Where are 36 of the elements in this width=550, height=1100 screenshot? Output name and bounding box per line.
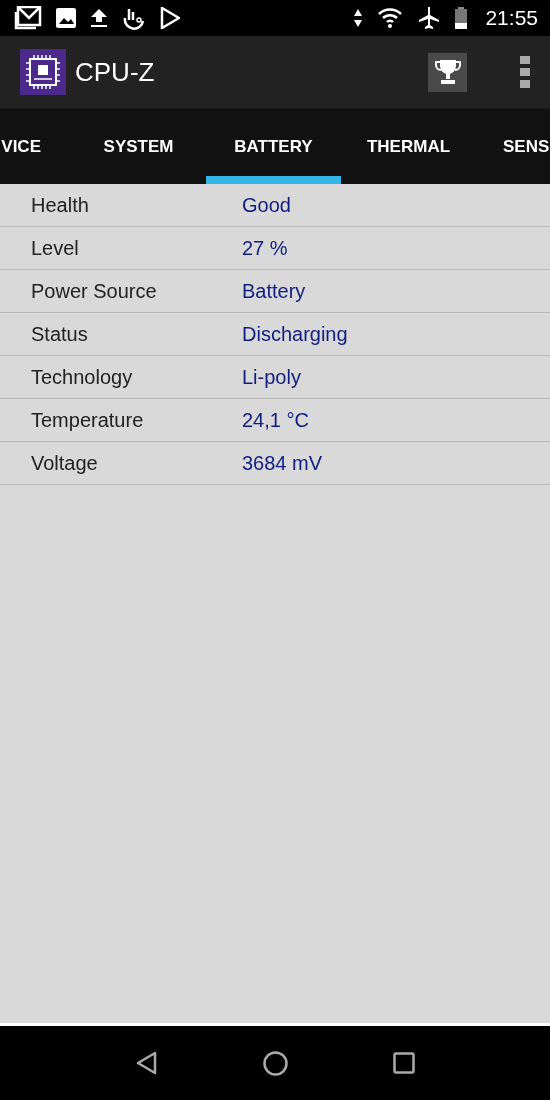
- wifi-icon: [377, 8, 404, 28]
- recents-button[interactable]: [392, 1052, 415, 1074]
- hand-icon: [122, 6, 146, 30]
- property-value: Battery: [242, 279, 306, 303]
- tab[interactable]: VICE: [0, 109, 71, 184]
- property-value: 3684 mV: [242, 451, 323, 475]
- property-label: Temperature: [30, 408, 145, 432]
- clock-time: 21:55: [485, 6, 538, 30]
- app-title: CPU-Z: [75, 56, 155, 88]
- airplane-icon: [417, 6, 442, 30]
- property-value: Good: [242, 193, 291, 217]
- property-label: Health: [30, 193, 90, 217]
- property-label: Voltage: [30, 451, 99, 475]
- property-value: 27 %: [242, 236, 288, 260]
- property-value: Discharging: [242, 322, 348, 346]
- property-value: 24,1 °C: [242, 408, 309, 432]
- tab[interactable]: BATTERY: [206, 109, 341, 184]
- property-label: Status: [30, 322, 89, 346]
- data-arrows-icon: [353, 8, 364, 28]
- chip-icon: [20, 49, 66, 95]
- trophy-button[interactable]: [428, 52, 467, 92]
- upload-icon: [90, 8, 108, 28]
- play-icon: [160, 7, 180, 29]
- back-button[interactable]: [135, 1051, 158, 1075]
- property-label: Technology: [30, 365, 134, 389]
- image-icon: [56, 8, 76, 28]
- tab[interactable]: SYSTEM: [71, 109, 206, 184]
- mail-icon: [14, 6, 42, 30]
- property-value: Li-poly: [242, 365, 301, 389]
- menu-button[interactable]: [520, 56, 530, 88]
- battery-icon: [455, 7, 468, 29]
- tab[interactable]: THERMAL: [341, 109, 476, 184]
- property-label: Power Source: [30, 279, 158, 303]
- property-label: Level: [30, 236, 80, 260]
- tab[interactable]: SENS: [476, 109, 550, 184]
- home-button[interactable]: [262, 1050, 288, 1076]
